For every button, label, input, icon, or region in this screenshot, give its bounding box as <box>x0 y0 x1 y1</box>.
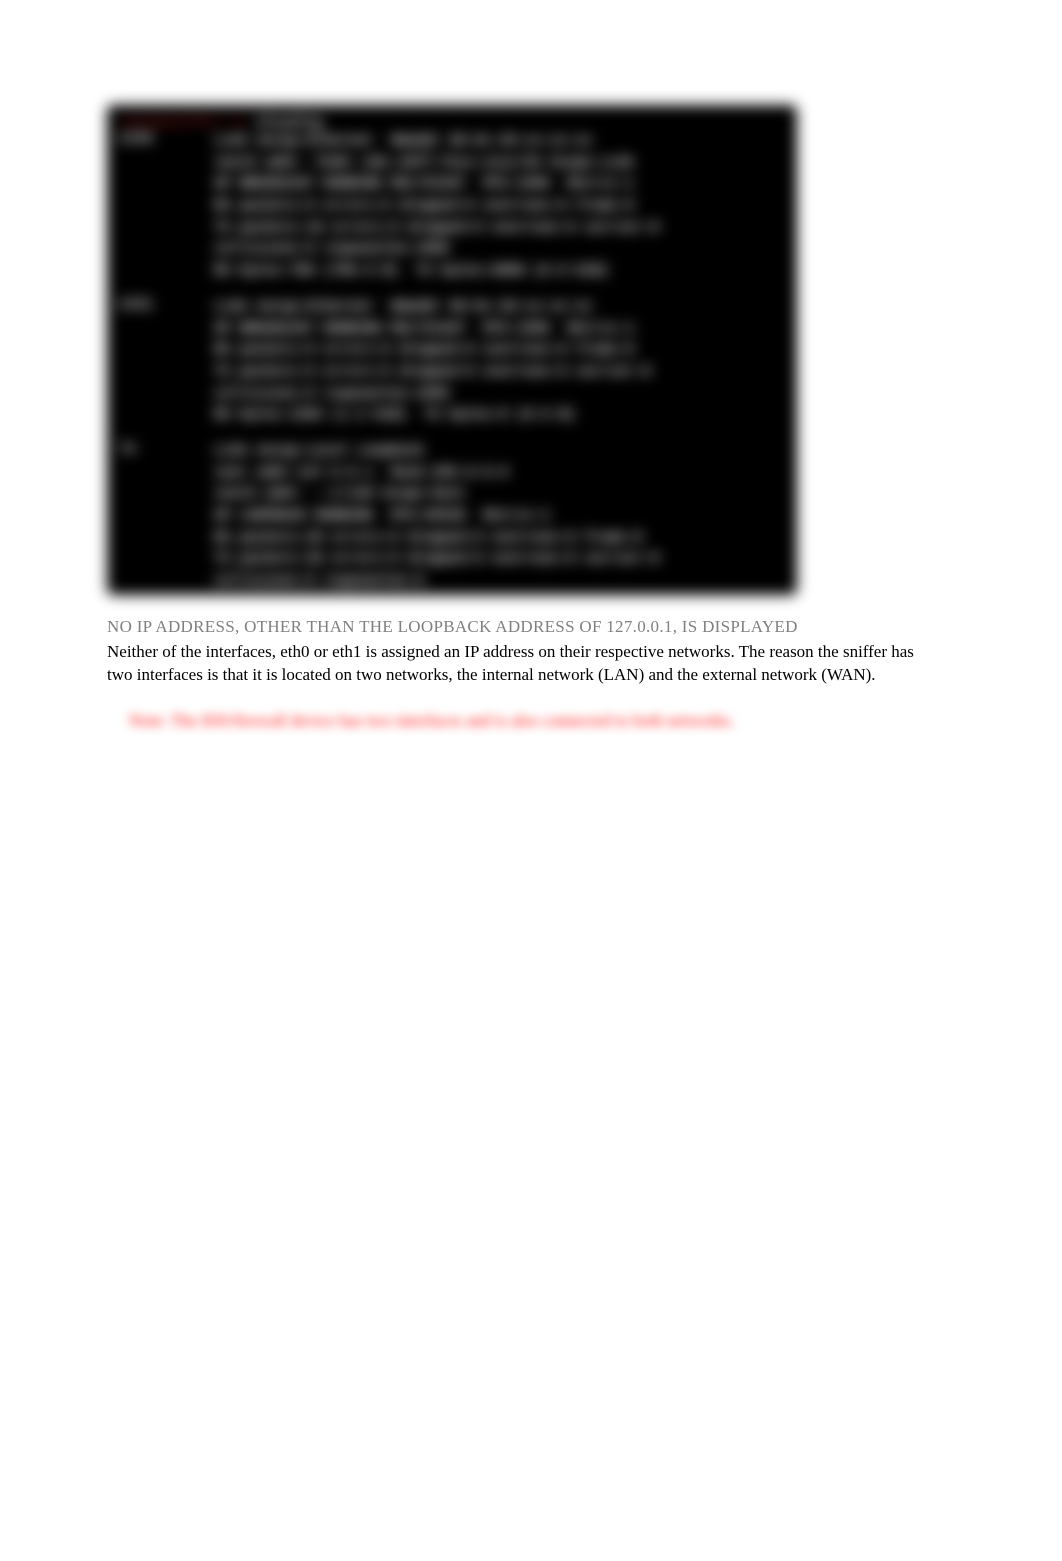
terminal-command: ifconfig <box>255 115 322 131</box>
interface-output: Link encap:Ethernet HWaddr 00:0c:29:xx:x… <box>214 131 659 283</box>
body-paragraph: Neither of the interfaces, eth0 or eth1 … <box>107 641 937 687</box>
note-paragraph: Note: The IDS/firewall device has two in… <box>129 711 957 731</box>
terminal-prompt-line: root@sniffer:~# ifconfig <box>119 113 785 131</box>
interface-output: Link encap:Local Loopback inet addr:127.… <box>214 441 659 595</box>
terminal-interface-block: eth0 Link encap:Ethernet HWaddr 00:0c:29… <box>119 131 785 283</box>
interface-name: eth1 <box>119 297 214 427</box>
terminal-interface-block: eth1 Link encap:Ethernet HWaddr 00:0c:29… <box>119 297 785 427</box>
interface-output: Link encap:Ethernet HWaddr 00:0c:29:xx:x… <box>214 297 651 427</box>
terminal-interface-block: lo Link encap:Local Loopback inet addr:1… <box>119 441 785 595</box>
figure-caption: NO IP ADDRESS, OTHER THAN THE LOOPBACK A… <box>107 617 957 637</box>
terminal-screenshot: root@sniffer:~# ifconfig eth0 Link encap… <box>107 105 797 595</box>
interface-name: lo <box>119 441 214 595</box>
interface-name: eth0 <box>119 131 214 283</box>
terminal-prompt: root@sniffer:~# <box>119 115 245 131</box>
